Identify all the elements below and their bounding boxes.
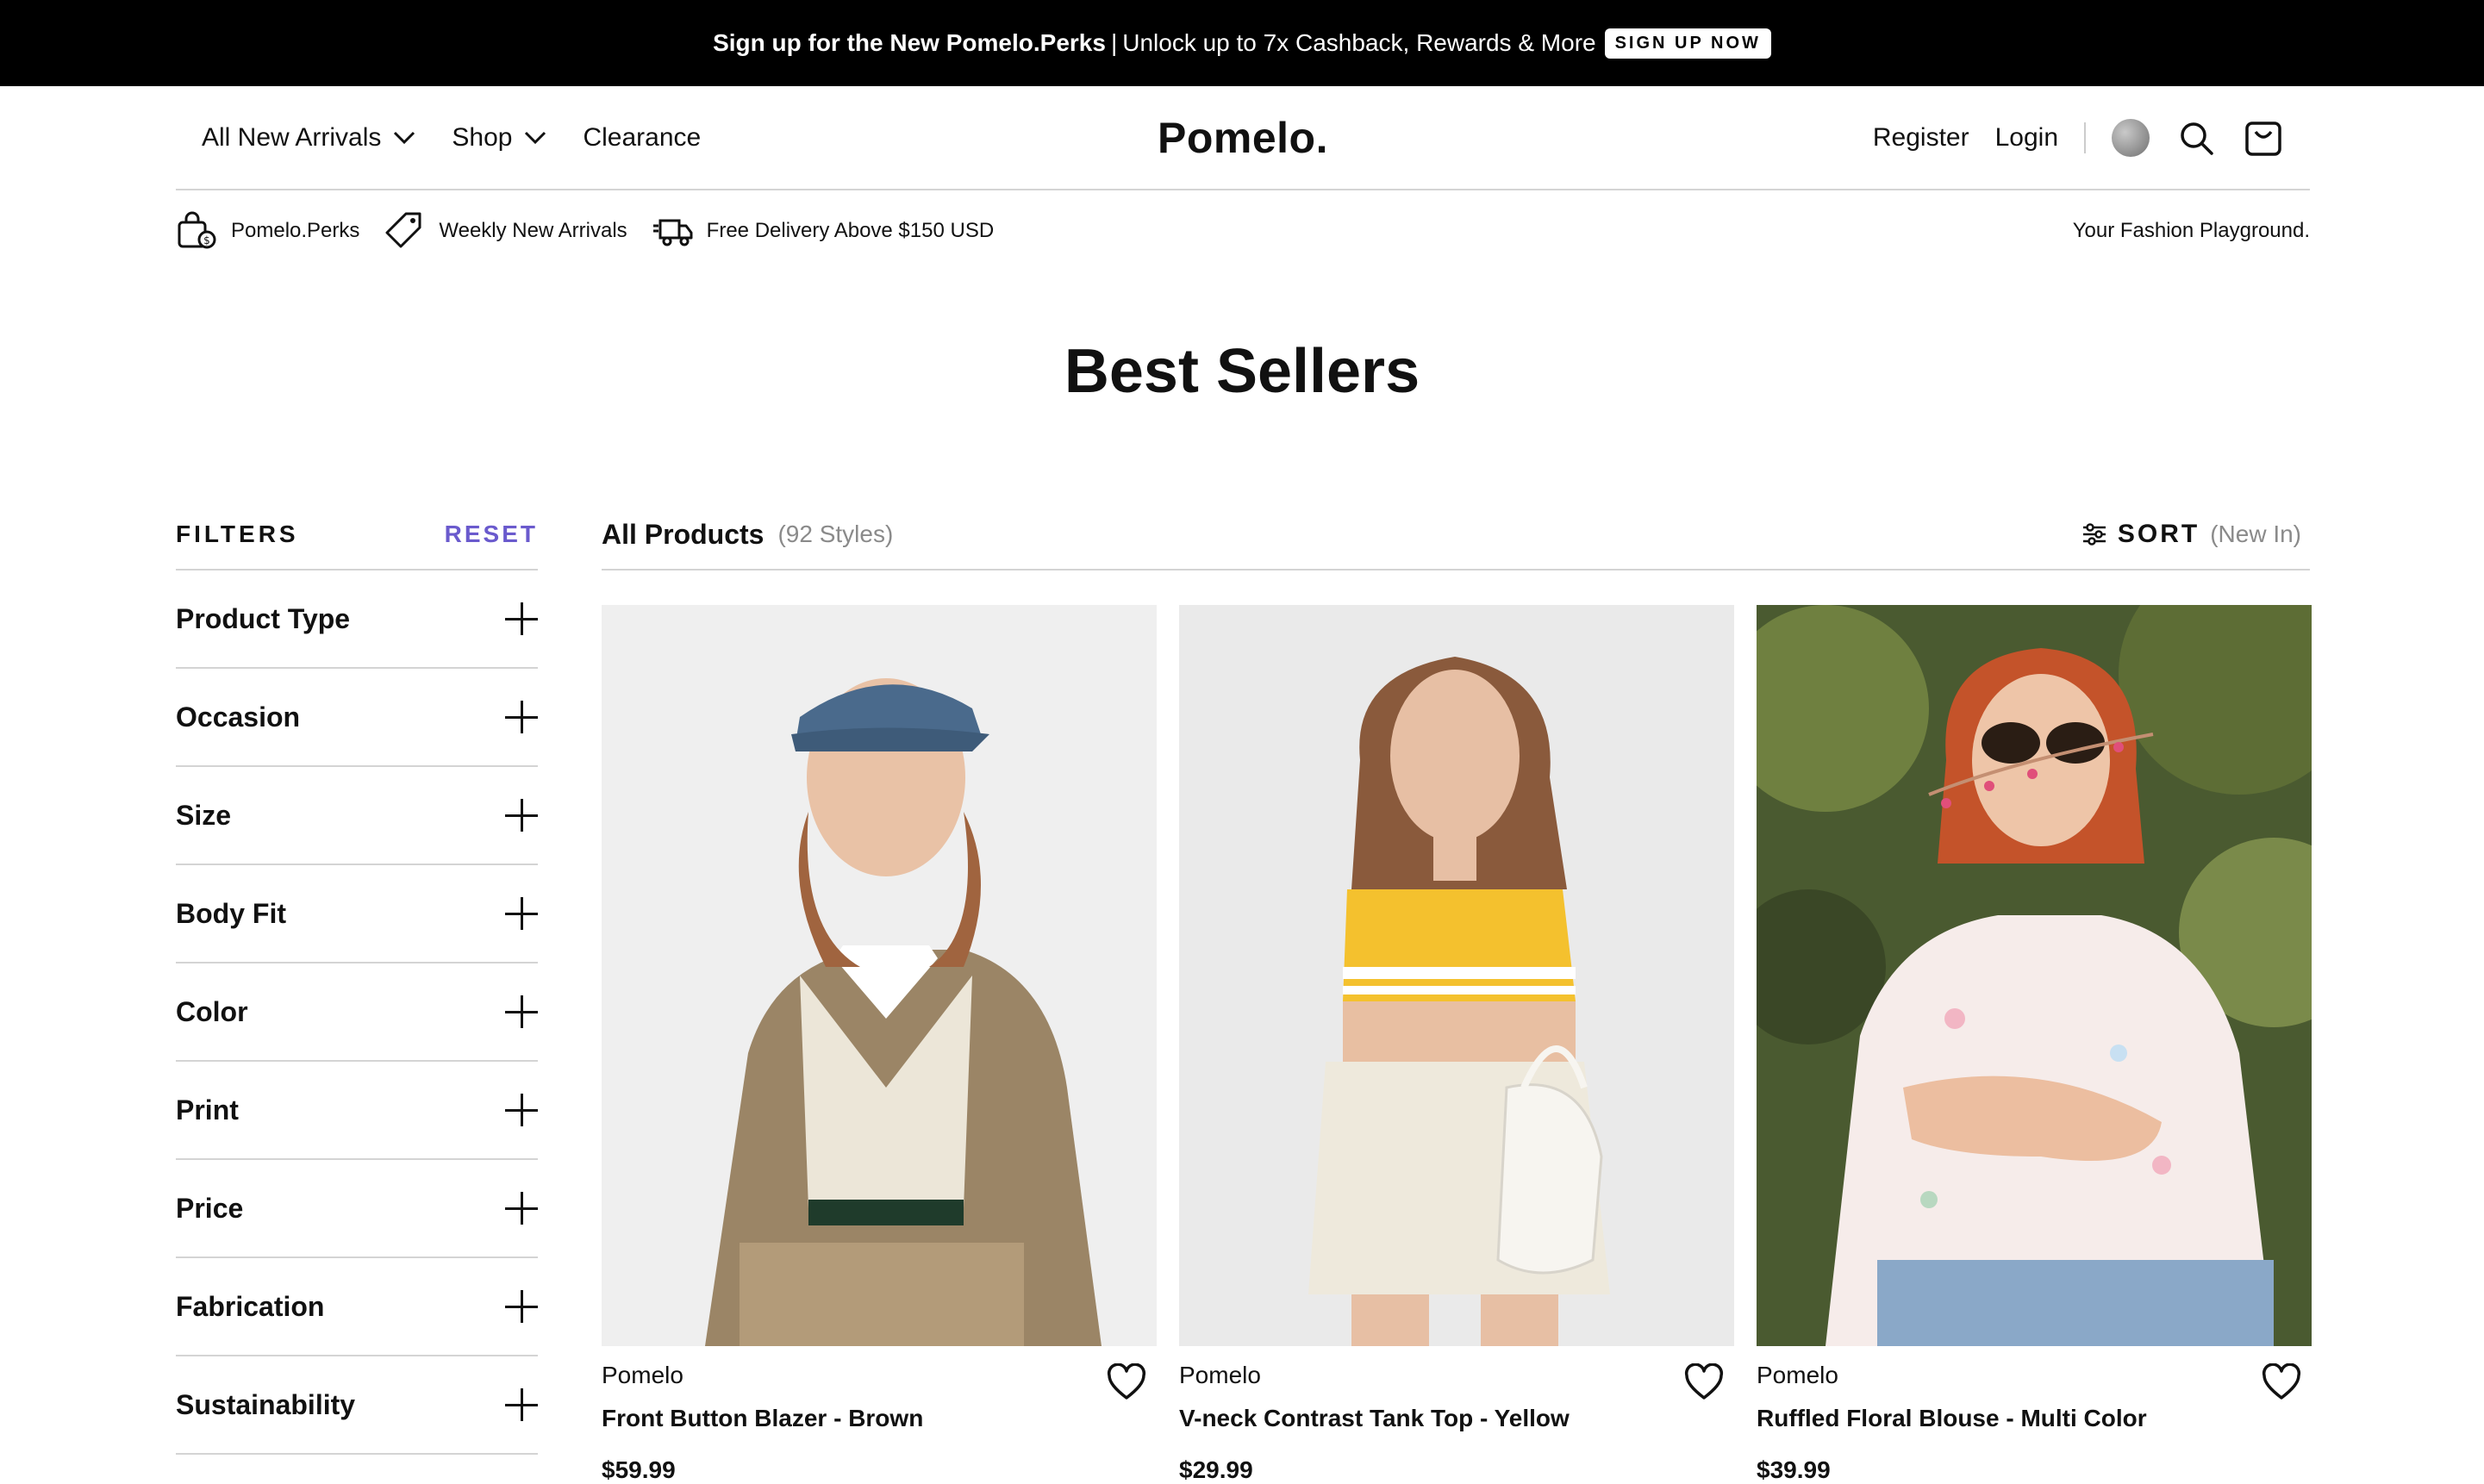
svg-text:$: $ — [203, 234, 210, 246]
filter-product-type[interactable]: Product Type — [176, 571, 538, 669]
register-link[interactable]: Register — [1873, 123, 1969, 153]
filters-title: FILTERS — [176, 521, 299, 547]
plus-icon — [505, 799, 538, 832]
products-count: (92 Styles) — [777, 521, 894, 547]
nav-shop-label: Shop — [452, 123, 513, 152]
plus-icon — [505, 995, 538, 1028]
filter-color[interactable]: Color — [176, 963, 538, 1062]
account-nav: Register Login — [1873, 86, 2284, 190]
filter-label: Occasion — [176, 701, 301, 733]
products-title: All Products — [602, 518, 765, 550]
chevron-down-icon — [525, 131, 546, 145]
product-brand: Pomelo — [602, 1362, 683, 1388]
site-header: All New Arrivals Shop Clearance Pomelo. … — [176, 86, 2310, 190]
product-meta: Pomelo V-neck Contrast Tank Top - Yellow… — [1179, 1346, 1734, 1484]
product-grid: Pomelo Front Button Blazer - Brown $59.9… — [602, 605, 2312, 1484]
heart-icon[interactable] — [1684, 1363, 1724, 1401]
chevron-down-icon — [394, 131, 415, 145]
nav-all-new-arrivals-label: All New Arrivals — [202, 123, 382, 152]
filter-label: Sustainability — [176, 1388, 356, 1420]
perk-label: Free Delivery Above $150 USD — [706, 219, 995, 242]
plus-icon — [505, 897, 538, 930]
products-header: All Products (92 Styles) SORT (New In) — [602, 500, 2310, 571]
globe-icon[interactable] — [2112, 119, 2150, 157]
reset-filters-button[interactable]: RESET — [445, 521, 538, 548]
filter-label: Size — [176, 799, 232, 831]
plus-icon — [505, 1094, 538, 1126]
product-image[interactable] — [602, 605, 1157, 1346]
perk-label: Pomelo.Perks — [231, 219, 360, 242]
nav-shop[interactable]: Shop — [452, 123, 546, 153]
perks-strip: $ Pomelo.Perks Weekly New Arrivals Free … — [176, 191, 2310, 271]
filter-body-fit[interactable]: Body Fit — [176, 865, 538, 963]
plus-icon — [505, 602, 538, 635]
product-name[interactable]: V-neck Contrast Tank Top - Yellow — [1179, 1405, 1734, 1432]
filter-label: Print — [176, 1094, 239, 1125]
filter-occasion[interactable]: Occasion — [176, 669, 538, 767]
product-price: $29.99 — [1179, 1456, 1253, 1483]
filter-price[interactable]: Price — [176, 1160, 538, 1258]
plus-icon — [505, 1290, 538, 1323]
perk-free-delivery[interactable]: Free Delivery Above $150 USD — [652, 210, 995, 252]
filter-sustainability[interactable]: Sustainability — [176, 1356, 538, 1455]
truck-icon — [652, 219, 693, 246]
product-brand: Pomelo — [1757, 1362, 1838, 1388]
plus-icon — [505, 701, 538, 733]
plus-icon — [505, 1388, 538, 1421]
sliders-icon — [2082, 523, 2106, 546]
filter-label: Price — [176, 1192, 244, 1224]
nav-clearance[interactable]: Clearance — [583, 123, 701, 153]
promo-separator: | — [1110, 29, 1118, 56]
product-card[interactable]: Pomelo Ruffled Floral Blouse - Multi Col… — [1757, 605, 2312, 1484]
filter-fabrication[interactable]: Fabrication — [176, 1258, 538, 1356]
perk-weekly-new-arrivals[interactable]: Weekly New Arrivals — [384, 210, 627, 252]
filter-print[interactable]: Print — [176, 1062, 538, 1160]
heart-icon[interactable] — [1107, 1363, 1146, 1401]
login-link[interactable]: Login — [1995, 123, 2058, 153]
perk-pomelo-perks[interactable]: $ Pomelo.Perks — [176, 210, 359, 252]
nav-clearance-label: Clearance — [583, 123, 702, 152]
promo-text: Unlock up to 7x Cashback, Rewards & More — [1122, 29, 1596, 56]
product-price: $39.99 — [1757, 1456, 1831, 1483]
product-meta: Pomelo Front Button Blazer - Brown $59.9… — [602, 1346, 1157, 1484]
filter-label: Color — [176, 995, 248, 1027]
heart-icon[interactable] — [2262, 1363, 2301, 1401]
filter-label: Product Type — [176, 602, 351, 634]
perk-label: Weekly New Arrivals — [439, 219, 627, 242]
page-title: Best Sellers — [1064, 337, 1420, 406]
sort-button[interactable]: SORT (New In) — [2081, 520, 2301, 549]
bag-icon[interactable] — [2243, 117, 2284, 159]
sort-label: SORT — [2117, 520, 2200, 548]
product-brand: Pomelo — [1179, 1362, 1261, 1388]
search-icon[interactable] — [2175, 117, 2217, 159]
nav-all-new-arrivals[interactable]: All New Arrivals — [202, 123, 415, 153]
nav-divider — [2084, 122, 2086, 153]
product-name[interactable]: Front Button Blazer - Brown — [602, 1405, 1157, 1432]
products-section: All Products (92 Styles) SORT (New In) P… — [602, 500, 2312, 1484]
filter-label: Body Fit — [176, 897, 286, 929]
filter-label: Fabrication — [176, 1290, 325, 1322]
tagline: Your Fashion Playground. — [2072, 219, 2310, 242]
sort-value: (New In) — [2210, 521, 2301, 547]
product-card[interactable]: Pomelo Front Button Blazer - Brown $59.9… — [602, 605, 1157, 1484]
product-meta: Pomelo Ruffled Floral Blouse - Multi Col… — [1757, 1346, 2312, 1484]
promo-bold-text: Sign up for the New Pomelo.Perks — [713, 29, 1106, 56]
sign-up-now-button[interactable]: SIGN UP NOW — [1604, 28, 1771, 59]
product-image[interactable] — [1179, 605, 1734, 1346]
perks-bag-icon: $ — [178, 211, 216, 249]
tag-icon — [385, 212, 421, 248]
promo-bar: Sign up for the New Pomelo.Perks | Unlock … — [0, 0, 2484, 86]
filters-header: FILTERS RESET — [176, 500, 538, 571]
product-image[interactable] — [1757, 605, 2312, 1346]
plus-icon — [505, 1192, 538, 1225]
product-name[interactable]: Ruffled Floral Blouse - Multi Color — [1757, 1405, 2312, 1432]
filters-panel: FILTERS RESET Product Type Occasion Size… — [176, 500, 538, 1455]
main-nav: All New Arrivals Shop Clearance — [202, 86, 701, 190]
product-price: $59.99 — [602, 1456, 676, 1483]
product-card[interactable]: Pomelo V-neck Contrast Tank Top - Yellow… — [1179, 605, 1734, 1484]
site-logo[interactable]: Pomelo. — [1158, 86, 1328, 190]
filter-size[interactable]: Size — [176, 767, 538, 865]
